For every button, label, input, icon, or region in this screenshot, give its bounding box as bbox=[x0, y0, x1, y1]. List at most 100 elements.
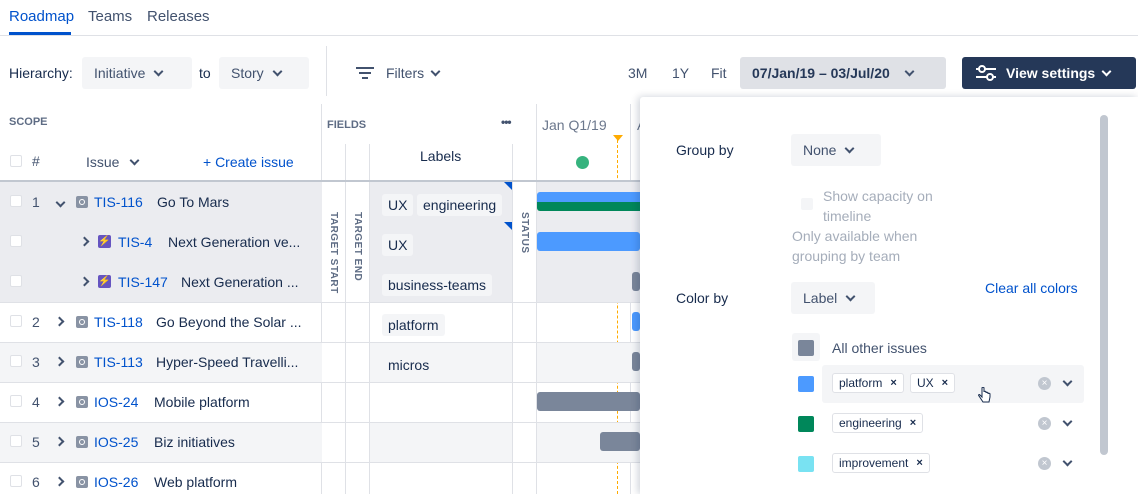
issue-key[interactable]: TIS-4 bbox=[118, 234, 152, 250]
overflow-indicator bbox=[504, 182, 512, 190]
toolbar-divider bbox=[326, 46, 327, 96]
color-swatch-other[interactable] bbox=[798, 340, 814, 356]
timeline-bar[interactable] bbox=[600, 432, 640, 451]
initiative-icon bbox=[76, 436, 88, 448]
label-tag: platform × bbox=[832, 373, 904, 393]
timeline-bar[interactable] bbox=[537, 232, 640, 251]
filters-button[interactable]: Filters bbox=[356, 57, 441, 89]
issue-summary[interactable]: Go Beyond the Solar ... bbox=[156, 314, 302, 330]
row-number: 2 bbox=[32, 314, 40, 330]
panel-scrollbar[interactable] bbox=[1100, 115, 1108, 455]
hierarchy-label: Hierarchy: bbox=[9, 65, 73, 81]
issue-summary[interactable]: Web platform bbox=[154, 474, 237, 490]
tab-releases[interactable]: Releases bbox=[147, 8, 210, 25]
color-swatch-teal[interactable] bbox=[798, 456, 814, 472]
show-capacity-checkbox[interactable] bbox=[801, 198, 813, 210]
row-checkbox[interactable] bbox=[10, 395, 22, 407]
timeline-bar[interactable] bbox=[632, 272, 640, 291]
target-end-column: TARGET END bbox=[352, 212, 363, 282]
color-by-select[interactable]: Label bbox=[791, 282, 875, 314]
row-checkbox[interactable] bbox=[10, 195, 22, 207]
issue-summary[interactable]: Next Generation ... bbox=[181, 274, 299, 290]
color-swatch-blue[interactable] bbox=[798, 376, 814, 392]
tab-roadmap[interactable]: Roadmap bbox=[9, 8, 74, 25]
row-checkbox[interactable] bbox=[10, 275, 22, 287]
row-highlight bbox=[370, 422, 512, 462]
view-settings-button[interactable]: View settings bbox=[962, 57, 1136, 89]
create-issue-button[interactable]: + Create issue bbox=[203, 154, 294, 170]
clear-selection-icon[interactable]: × bbox=[1038, 377, 1051, 390]
sliders-icon bbox=[976, 65, 996, 81]
issue-summary[interactable]: Mobile platform bbox=[154, 394, 250, 410]
date-range-value: 07/Jan/19 – 03/Jul/20 bbox=[752, 65, 890, 81]
view-settings-label: View settings bbox=[1006, 65, 1096, 81]
chevron-down-icon[interactable] bbox=[1062, 416, 1073, 427]
hierarchy-to-select[interactable]: Story bbox=[219, 57, 309, 89]
select-all-checkbox[interactable] bbox=[10, 155, 22, 167]
chevron-right-icon[interactable] bbox=[54, 316, 65, 327]
all-other-issues-label: All other issues bbox=[832, 340, 927, 356]
row-divider bbox=[0, 302, 640, 303]
issue-summary[interactable]: Go To Mars bbox=[157, 194, 229, 210]
field-col-divider bbox=[345, 144, 346, 494]
row-checkbox[interactable] bbox=[10, 475, 22, 487]
timeline-bar[interactable] bbox=[632, 312, 640, 331]
chevron-down-icon bbox=[1101, 66, 1112, 76]
label-chip: UX bbox=[382, 194, 414, 216]
tabs-divider bbox=[0, 35, 1138, 36]
date-range-select[interactable]: 07/Jan/19 – 03/Jul/20 bbox=[740, 57, 946, 89]
row-number: 3 bbox=[32, 354, 40, 370]
timeline-bar[interactable] bbox=[537, 392, 640, 411]
range-1y-button[interactable]: 1Y bbox=[672, 65, 689, 81]
initiative-icon bbox=[76, 356, 88, 368]
overflow-indicator bbox=[504, 222, 512, 230]
show-capacity-label: Show capacity on timeline bbox=[823, 188, 933, 224]
fields-heading: FIELDS bbox=[327, 119, 367, 131]
chevron-right-icon[interactable] bbox=[54, 396, 65, 407]
timeline-bar[interactable] bbox=[537, 202, 640, 211]
chevron-down-icon[interactable] bbox=[1062, 456, 1073, 467]
color-swatch-green[interactable] bbox=[798, 416, 814, 432]
clear-selection-icon[interactable]: × bbox=[1038, 417, 1051, 430]
filters-label: Filters bbox=[386, 65, 425, 81]
chevron-right-icon[interactable] bbox=[54, 476, 65, 487]
timeline-bar[interactable] bbox=[537, 192, 640, 202]
issue-key[interactable]: TIS-113 bbox=[94, 354, 143, 370]
issue-key[interactable]: IOS-24 bbox=[94, 394, 138, 410]
clear-selection-icon[interactable]: × bbox=[1038, 457, 1051, 470]
issue-key[interactable]: TIS-116 bbox=[94, 194, 143, 210]
hierarchy-from-select[interactable]: Initiative bbox=[82, 57, 192, 89]
issue-summary[interactable]: Next Generation ve... bbox=[168, 234, 300, 250]
tab-teams[interactable]: Teams bbox=[88, 8, 132, 25]
remove-tag-icon[interactable]: × bbox=[910, 417, 916, 429]
issue-key[interactable]: TIS-118 bbox=[94, 314, 143, 330]
row-checkbox[interactable] bbox=[10, 355, 22, 367]
label-chip: UX bbox=[382, 234, 414, 256]
issue-summary[interactable]: Hyper-Speed Travelli... bbox=[156, 354, 298, 370]
issue-key[interactable]: IOS-25 bbox=[94, 434, 138, 450]
remove-tag-icon[interactable]: × bbox=[942, 377, 948, 389]
more-icon[interactable]: ••• bbox=[501, 115, 512, 129]
chevron-down-icon bbox=[272, 66, 283, 76]
clear-all-colors-link[interactable]: Clear all colors bbox=[985, 280, 1078, 296]
chevron-down-icon bbox=[845, 291, 856, 301]
row-checkbox[interactable] bbox=[10, 235, 22, 247]
issue-summary[interactable]: Biz initiatives bbox=[154, 434, 235, 450]
label-chip: micros bbox=[382, 354, 436, 376]
remove-tag-icon[interactable]: × bbox=[890, 377, 896, 389]
range-fit-button[interactable]: Fit bbox=[711, 65, 727, 81]
timeline-bar[interactable] bbox=[632, 352, 640, 371]
remove-tag-icon[interactable]: × bbox=[916, 457, 922, 469]
group-by-label: Group by bbox=[676, 142, 734, 158]
issue-key[interactable]: TIS-147 bbox=[118, 274, 168, 290]
row-checkbox[interactable] bbox=[10, 435, 22, 447]
release-marker[interactable] bbox=[576, 156, 589, 169]
epic-icon: ⚡ bbox=[98, 275, 111, 288]
issue-column-header[interactable]: Issue bbox=[86, 154, 140, 170]
issue-key[interactable]: IOS-26 bbox=[94, 474, 138, 490]
row-checkbox[interactable] bbox=[10, 315, 22, 327]
range-3m-button[interactable]: 3M bbox=[628, 65, 647, 81]
row-number: 6 bbox=[32, 474, 40, 490]
hierarchy-to-value: Story bbox=[231, 65, 264, 81]
group-by-select[interactable]: None bbox=[791, 134, 881, 166]
